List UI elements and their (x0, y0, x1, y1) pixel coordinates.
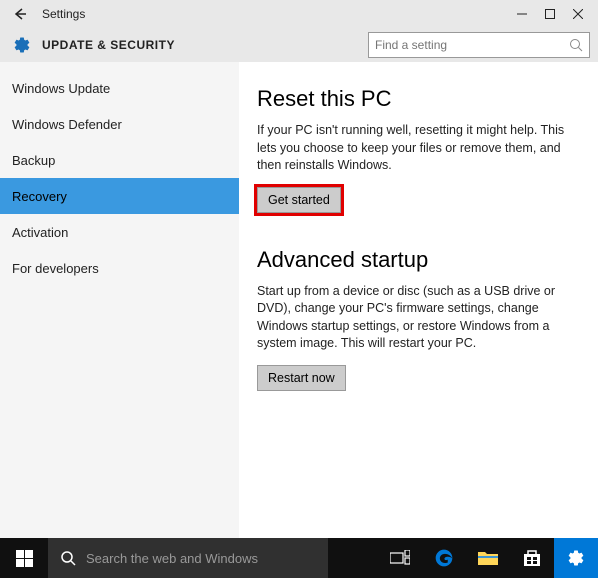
taskbar-search[interactable]: Search the web and Windows (48, 538, 328, 578)
arrow-left-icon (12, 7, 26, 21)
sidebar-item-label: Recovery (12, 189, 67, 204)
search-box[interactable] (368, 32, 590, 58)
sidebar-item-backup[interactable]: Backup (0, 142, 239, 178)
sidebar-item-label: For developers (12, 261, 99, 276)
sidebar-item-for-developers[interactable]: For developers (0, 250, 239, 286)
task-view-icon (390, 550, 410, 566)
edge-icon (434, 548, 454, 568)
minimize-icon (517, 9, 527, 19)
settings-taskbar-button[interactable] (554, 538, 598, 578)
sidebar-item-recovery[interactable]: Recovery (0, 178, 239, 214)
sidebar: Windows Update Windows Defender Backup R… (0, 62, 239, 538)
advanced-startup-section: Advanced startup Start up from a device … (257, 247, 580, 391)
sidebar-item-label: Activation (12, 225, 68, 240)
category-title: UPDATE & SECURITY (42, 38, 368, 52)
folder-icon (478, 550, 498, 566)
maximize-icon (545, 9, 555, 19)
window-controls (508, 1, 592, 27)
minimize-button[interactable] (508, 1, 536, 27)
edge-button[interactable] (422, 538, 466, 578)
window-title: Settings (42, 7, 508, 21)
sidebar-item-windows-defender[interactable]: Windows Defender (0, 106, 239, 142)
sidebar-item-windows-update[interactable]: Windows Update (0, 70, 239, 106)
gear-icon (567, 549, 585, 567)
taskbar: Search the web and Windows (0, 538, 598, 578)
taskbar-search-text: Search the web and Windows (86, 551, 258, 566)
close-button[interactable] (564, 1, 592, 27)
windows-icon (16, 550, 33, 567)
get-started-button[interactable]: Get started (257, 187, 341, 213)
store-icon (523, 549, 541, 567)
restart-now-button[interactable]: Restart now (257, 365, 346, 391)
sidebar-item-label: Backup (12, 153, 55, 168)
section-title: Reset this PC (257, 86, 580, 112)
search-icon (569, 38, 583, 52)
sidebar-item-label: Windows Defender (12, 117, 122, 132)
subheader: UPDATE & SECURITY (0, 28, 598, 62)
store-button[interactable] (510, 538, 554, 578)
search-icon (60, 550, 76, 566)
gear-icon (12, 35, 32, 55)
close-icon (573, 9, 583, 19)
reset-pc-section: Reset this PC If your PC isn't running w… (257, 86, 580, 213)
taskbar-icons (378, 538, 598, 578)
task-view-button[interactable] (378, 538, 422, 578)
start-button[interactable] (0, 538, 48, 578)
sidebar-item-label: Windows Update (12, 81, 110, 96)
file-explorer-button[interactable] (466, 538, 510, 578)
sidebar-item-activation[interactable]: Activation (0, 214, 239, 250)
section-title: Advanced startup (257, 247, 580, 273)
section-desc: Start up from a device or disc (such as … (257, 283, 580, 353)
section-desc: If your PC isn't running well, resetting… (257, 122, 580, 175)
main-content: Reset this PC If your PC isn't running w… (239, 62, 598, 538)
back-button[interactable] (6, 1, 32, 27)
titlebar: Settings (0, 0, 598, 28)
maximize-button[interactable] (536, 1, 564, 27)
search-input[interactable] (375, 38, 569, 52)
